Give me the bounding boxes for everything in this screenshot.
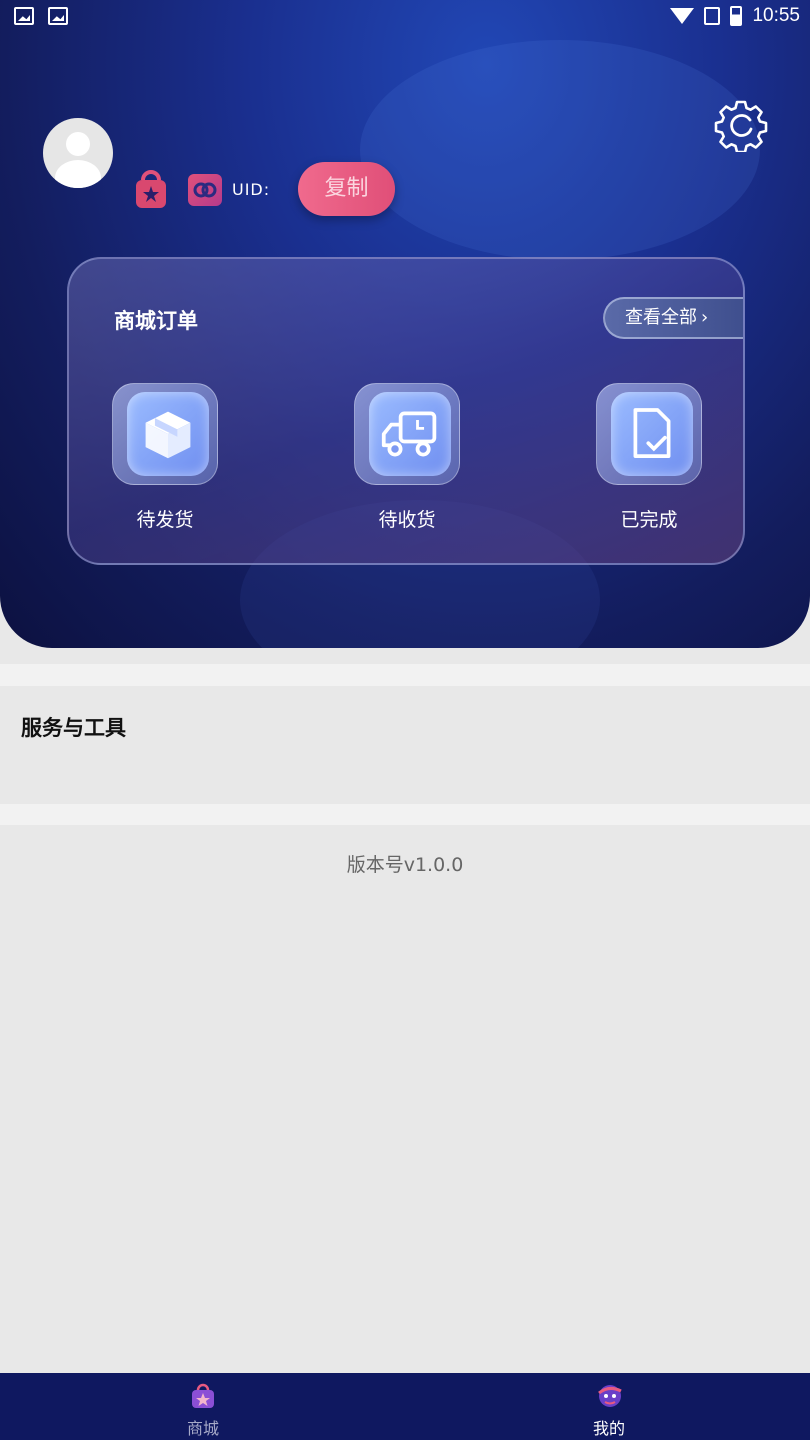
order-completed[interactable]: 已完成 — [579, 383, 719, 532]
order-item-label: 已完成 — [620, 509, 678, 531]
profile-mascot-icon — [598, 1385, 622, 1407]
copy-uid-button[interactable]: 复制 — [298, 162, 395, 216]
view-all-label: 查看全部 — [625, 307, 697, 328]
gallery-notification-icon — [14, 7, 34, 25]
bottom-tab-bar: 商城 我的 — [0, 1373, 810, 1440]
order-item-label: 待收货 — [378, 509, 436, 531]
gear-icon[interactable] — [714, 98, 768, 152]
tab-mine[interactable]: 我的 — [549, 1381, 669, 1439]
section-divider — [0, 664, 810, 686]
chevron-right-icon: › — [701, 307, 709, 328]
wifi-icon — [670, 8, 695, 24]
order-pending-shipment[interactable]: 待发货 — [95, 383, 235, 532]
no-sim-icon — [704, 7, 721, 25]
order-pending-receipt[interactable]: 待收货 — [337, 383, 477, 532]
tab-label: 我的 — [592, 1419, 625, 1438]
background-decoration — [360, 40, 760, 260]
app-notification-icon — [48, 7, 68, 25]
status-bar: 10:55 — [0, 0, 810, 34]
profile-header: 10:55 UID: 复制 商城订单 查看全部 › 待发货 待收货 已完成 — [0, 0, 810, 648]
package-box-icon — [112, 383, 218, 485]
mall-orders-card: 商城订单 查看全部 › 待发货 待收货 已完成 — [67, 257, 745, 565]
tools-title: 服务与工具 — [21, 716, 126, 740]
order-item-label: 待发货 — [136, 509, 194, 531]
view-all-orders-button[interactable]: 查看全部 › — [603, 297, 743, 339]
tab-shop[interactable]: 商城 — [143, 1381, 263, 1439]
link-icon — [188, 174, 222, 206]
document-check-icon — [596, 383, 702, 485]
vip-lock-icon — [136, 170, 166, 208]
section-divider — [0, 804, 810, 825]
delivery-truck-icon — [354, 383, 460, 485]
tab-label: 商城 — [186, 1419, 219, 1438]
uid-label: UID: — [232, 180, 271, 199]
shopping-bag-icon — [192, 1383, 214, 1408]
version-text: 版本号v1.0.0 — [346, 854, 464, 876]
services-tools-section: 服务与工具 — [0, 686, 810, 804]
avatar[interactable] — [43, 118, 113, 188]
status-time: 10:55 — [752, 5, 800, 26]
orders-title: 商城订单 — [114, 309, 198, 333]
battery-icon — [730, 6, 743, 26]
